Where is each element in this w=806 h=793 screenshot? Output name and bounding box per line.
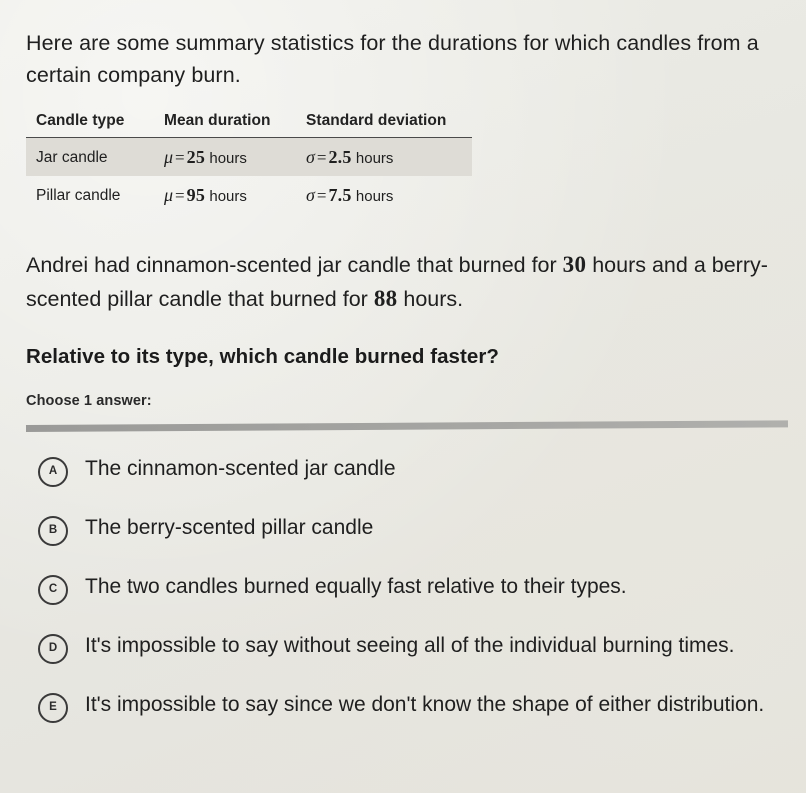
answer-choices-list: A The cinnamon-scented jar candle B The … (26, 432, 780, 723)
answer-choice-e[interactable]: E It's impossible to say since we don't … (26, 690, 780, 723)
sd-unit: hours (355, 188, 394, 206)
summary-statistics-table: Candle type Mean duration Standard devia… (26, 112, 472, 214)
choose-answer-label: Choose 1 answer: (26, 392, 152, 409)
mu-symbol: μ (164, 185, 174, 206)
cell-candle-type: Pillar candle (36, 186, 121, 204)
radio-button-c[interactable]: C (38, 574, 68, 605)
answer-choice-d[interactable]: D It's impossible to say without seeing … (26, 631, 780, 690)
column-header-mean-duration: Mean duration (164, 112, 306, 139)
mean-value: 95 (186, 185, 206, 206)
answer-choice-c[interactable]: C The two candles burned equally fast re… (26, 572, 780, 631)
cell-standard-deviation: σ = 2.5 hours (306, 137, 472, 177)
equals-sign: = (175, 148, 185, 168)
equals-sign: = (316, 148, 327, 168)
cell-mean-duration: μ = 95 hours (164, 176, 306, 214)
answer-choice-a[interactable]: A The cinnamon-scented jar candle (26, 454, 780, 513)
equals-sign: = (175, 186, 185, 206)
cell-mean-duration: μ = 25 hours (164, 137, 306, 177)
table-row: Jar candle μ = 25 hours σ = 2.5 hours (26, 137, 472, 177)
sd-value: 7.5 (328, 185, 352, 206)
equals-sign: = (316, 186, 327, 206)
table-header: Candle type Mean duration Standard devia… (26, 112, 472, 139)
table-header-row: Candle type Mean duration Standard devia… (26, 112, 472, 139)
intro-prompt: Here are some summary statistics for the… (26, 31, 759, 87)
answer-choice-b-label: The berry-scented pillar candle (85, 515, 374, 539)
sigma-symbol: σ (306, 185, 315, 206)
question-text: Relative to its type, which candle burne… (26, 344, 499, 368)
scenario-paragraph: Andrei had cinnamon-scented jar candle t… (26, 214, 780, 316)
column-header-candle-type: Candle type (26, 112, 164, 139)
table-body: Jar candle μ = 25 hours σ = 2.5 hours Pillar… (26, 137, 472, 215)
scenario-number-pillar: 88 (373, 285, 398, 311)
answer-choice-e-label: It's impossible to say since we don't kn… (85, 692, 765, 716)
sd-unit: hours (355, 150, 394, 168)
sigma-symbol: σ (306, 147, 315, 168)
radio-button-b[interactable]: B (38, 515, 68, 546)
mean-unit: hours (209, 188, 247, 206)
scenario-number-jar: 30 (562, 252, 587, 278)
cell-candle-type: Jar candle (26, 137, 164, 177)
column-header-standard-deviation: Standard deviation (306, 112, 472, 139)
question-content: Here are some summary statistics for the… (0, 0, 806, 723)
answer-choice-d-label: It's impossible to say without seeing al… (85, 633, 735, 657)
summary-statistics-table-wrapper: Candle type Mean duration Standard devia… (26, 112, 472, 214)
radio-button-d[interactable]: D (38, 633, 68, 664)
sd-value: 2.5 (328, 147, 352, 168)
mean-value: 25 (186, 147, 206, 168)
choices-divider (25, 420, 789, 432)
answer-choice-b[interactable]: B The berry-scented pillar candle (26, 513, 780, 572)
scenario-text-part3: hours. (397, 286, 464, 311)
answer-choice-c-label: The two candles burned equally fast rela… (85, 574, 627, 598)
radio-button-e[interactable]: E (38, 692, 68, 723)
mu-symbol: μ (164, 147, 174, 168)
cell-standard-deviation: σ = 7.5 hours (306, 176, 472, 214)
scenario-text-part1: Andrei had cinnamon-scented jar candle t… (26, 253, 563, 278)
answer-choice-a-label: The cinnamon-scented jar candle (85, 456, 396, 480)
mean-unit: hours (209, 150, 247, 168)
radio-button-a[interactable]: A (38, 456, 68, 487)
table-row: Pillar candle μ = 95 hours σ = 7.5 hours (26, 176, 472, 214)
